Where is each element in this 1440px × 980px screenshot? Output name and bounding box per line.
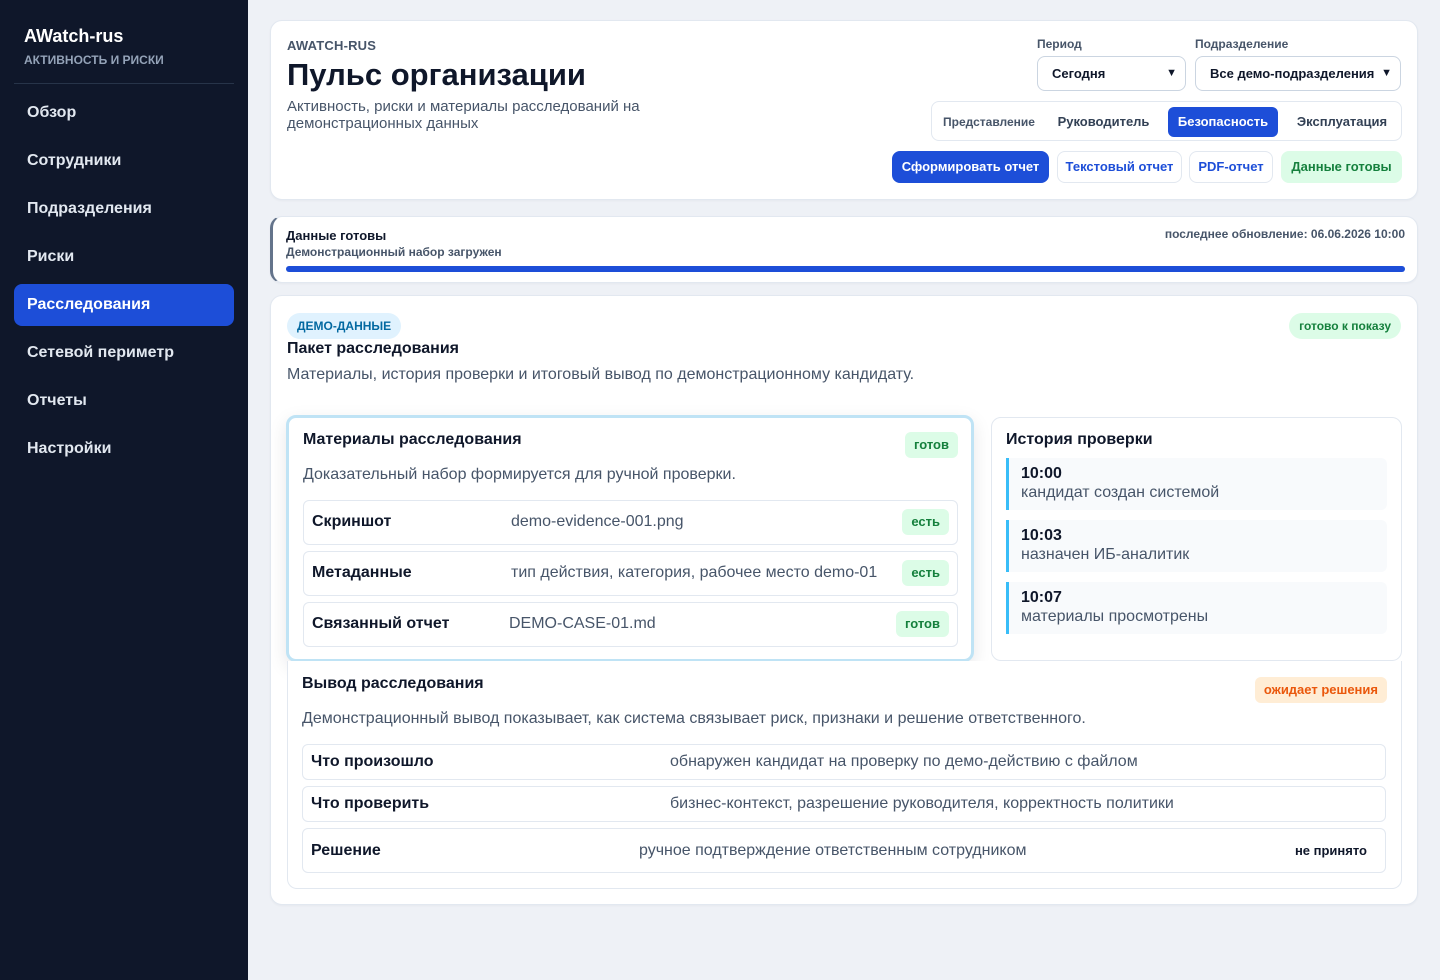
view-label: Представление <box>943 115 1035 129</box>
tab-operations[interactable]: Эксплуатация <box>1287 107 1397 137</box>
period-label: Период <box>1037 37 1082 51</box>
period-select-value: Сегодня <box>1052 66 1106 81</box>
page-subtitle: Активность, риски и материалы расследова… <box>287 98 640 132</box>
conclusion-row-what-to-check: Что проверить бизнес-контекст, разрешени… <box>302 786 1386 822</box>
demo-data-badge: ДЕМО-ДАННЫЕ <box>287 313 402 339</box>
material-status-tag: есть <box>902 509 949 535</box>
header-card: AWATCH-RUS Пульс организации Активность,… <box>270 20 1418 200</box>
sidebar-item-employees[interactable]: Сотрудники <box>14 140 234 182</box>
sidebar-nav: Обзор Сотрудники Подразделения Риски Рас… <box>14 92 234 476</box>
materials-panel: Материалы расследования готов Доказатель… <box>286 415 974 662</box>
page-title: Пульс организации <box>287 57 586 92</box>
brand-name: AWatch-rus <box>24 26 124 46</box>
conclusion-key: Что проверить <box>311 795 430 812</box>
header-eyebrow: AWATCH-RUS <box>287 38 377 53</box>
history-text: назначен ИБ-аналитик <box>1021 546 1190 563</box>
sidebar-item-settings[interactable]: Настройки <box>14 428 234 470</box>
history-text: материалы просмотрены <box>1021 608 1209 625</box>
load-progress-bar <box>286 266 1405 272</box>
chevron-down-icon: ▼ <box>1166 67 1177 79</box>
history-time: 10:07 <box>1021 589 1062 606</box>
brand-subtitle: АКТИВНОСТЬ И РИСКИ <box>24 53 164 67</box>
period-select[interactable]: Сегодня ▼ <box>1037 56 1186 91</box>
material-row-linked-report[interactable]: Связанный отчет DEMO-CASE-01.md готов <box>303 602 958 647</box>
conclusion-description: Демонстрационный вывод показывает, как с… <box>302 710 1086 727</box>
brand: AWatch-rus АКТИВНОСТЬ И РИСКИ <box>24 26 164 67</box>
materials-status-tag: готов <box>905 432 958 458</box>
conclusion-status-tag: ожидает решения <box>1254 677 1387 703</box>
status-title: Данные готовы <box>286 228 387 243</box>
conclusion-value: ручное подтверждение ответственным сотру… <box>639 842 1027 859</box>
conclusion-value: обнаружен кандидат на проверку по демо-д… <box>670 753 1138 770</box>
material-value: тип действия, категория, рабочее место d… <box>511 564 878 581</box>
sidebar-divider <box>14 83 234 84</box>
sidebar-item-investigations[interactable]: Расследования <box>14 284 234 326</box>
generate-report-button[interactable]: Сформировать отчет <box>892 151 1049 183</box>
material-key: Скриншот <box>312 513 392 530</box>
material-value: demo-evidence-001.png <box>511 513 684 530</box>
chevron-down-icon: ▼ <box>1381 67 1392 79</box>
department-label: Подразделение <box>1195 37 1289 51</box>
last-updated: последнее обновление: 06.06.2026 10:00 <box>1164 227 1405 241</box>
data-ready-badge: Данные готовы <box>1281 151 1402 183</box>
status-subtitle: Демонстрационный набор загружен <box>286 245 502 259</box>
conclusion-panel: Вывод расследования ожидает решения Демо… <box>287 661 1402 889</box>
status-card: Данные готовы Демонстрационный набор заг… <box>270 216 1418 283</box>
material-value: DEMO-CASE-01.md <box>509 615 656 632</box>
package-subtitle: Материалы, история проверки и итоговый в… <box>287 366 915 383</box>
history-item: 10:07 материалы просмотрены <box>1006 582 1387 634</box>
sidebar-item-overview[interactable]: Обзор <box>14 92 234 134</box>
history-title: История проверки <box>1006 431 1153 448</box>
tab-manager[interactable]: Руководитель <box>1049 107 1158 137</box>
text-report-button[interactable]: Текстовый отчет <box>1057 151 1182 183</box>
sidebar-item-departments[interactable]: Подразделения <box>14 188 234 230</box>
history-item: 10:00 кандидат создан системой <box>1006 458 1387 510</box>
decision-status-tag: не принято <box>1294 843 1367 858</box>
conclusion-row-what-happened: Что произошло обнаружен кандидат на пров… <box>302 744 1386 780</box>
material-row-screenshot[interactable]: Скриншот demo-evidence-001.png есть <box>303 500 958 545</box>
load-progress-fill <box>286 266 1405 272</box>
investigation-package-card: ДЕМО-ДАННЫЕ готово к показу Пакет рассле… <box>270 295 1418 905</box>
sidebar-item-reports[interactable]: Отчеты <box>14 380 234 422</box>
sidebar: AWatch-rus АКТИВНОСТЬ И РИСКИ Обзор Сотр… <box>0 0 248 980</box>
history-time: 10:03 <box>1021 527 1062 544</box>
department-select-value: Все демо-подразделения <box>1210 66 1375 81</box>
department-select[interactable]: Все демо-подразделения ▼ <box>1195 56 1401 91</box>
conclusion-key: Что произошло <box>311 753 434 770</box>
history-time: 10:00 <box>1021 465 1062 482</box>
history-panel: История проверки 10:00 кандидат создан с… <box>991 417 1402 661</box>
material-status-tag: готов <box>896 611 949 637</box>
material-row-metadata[interactable]: Метаданные тип действия, категория, рабо… <box>303 551 958 596</box>
view-switcher: Представление Руководитель Безопасность … <box>931 101 1402 141</box>
conclusion-row-decision: Решение ручное подтверждение ответственн… <box>302 828 1386 873</box>
history-text: кандидат создан системой <box>1021 484 1220 501</box>
material-key: Метаданные <box>312 564 412 581</box>
conclusion-value: бизнес-контекст, разрешение руководителя… <box>670 795 1174 812</box>
conclusion-key: Решение <box>311 842 381 859</box>
package-title: Пакет расследования <box>287 340 459 357</box>
sidebar-item-network-perimeter[interactable]: Сетевой периметр <box>14 332 234 374</box>
tab-security[interactable]: Безопасность <box>1168 107 1278 137</box>
sidebar-item-risks[interactable]: Риски <box>14 236 234 278</box>
ready-to-show-badge: готово к показу <box>1289 313 1401 339</box>
conclusion-title: Вывод расследования <box>302 675 484 692</box>
material-key: Связанный отчет <box>312 615 450 632</box>
material-status-tag: есть <box>902 560 949 586</box>
materials-title: Материалы расследования <box>303 431 522 448</box>
history-item: 10:03 назначен ИБ-аналитик <box>1006 520 1387 572</box>
pdf-report-button[interactable]: PDF-отчет <box>1189 151 1273 183</box>
materials-description: Доказательный набор формируется для ручн… <box>303 466 736 483</box>
